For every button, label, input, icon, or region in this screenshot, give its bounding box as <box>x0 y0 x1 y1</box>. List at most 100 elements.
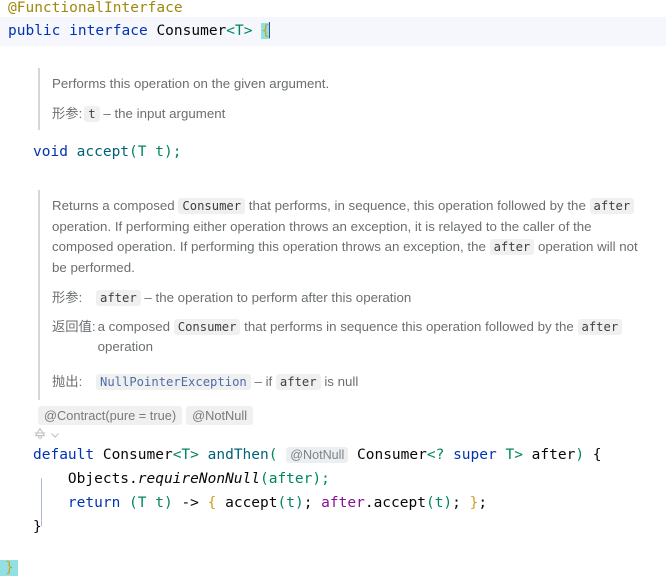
returns-body: a composed Consumer that performs in seq… <box>98 317 656 358</box>
param-description: the operation to perform after this oper… <box>155 290 412 305</box>
parameter-name-after: after <box>531 447 576 463</box>
dot-operator: . <box>129 471 138 487</box>
close-brace-highlight: } <box>0 560 18 576</box>
javadoc-returns-row: 返回值: a composed Consumer that performs i… <box>52 317 656 358</box>
javadoc-and-then: Returns a composed Consumer that perform… <box>0 190 666 400</box>
not-null-inlay-hint[interactable]: @NotNull <box>186 406 254 425</box>
javadoc-paragraph-code-1: Consumer <box>178 198 246 214</box>
indent-guide <box>41 478 42 526</box>
lambda-open-brace: { <box>207 495 217 511</box>
param-description: the input argument <box>114 105 226 121</box>
javadoc-description: Returns a composed Consumer that perform… <box>52 196 656 278</box>
param-type-token-0: Consumer <box>357 447 427 463</box>
javadoc-returns-text-2: that performs in sequence this operation… <box>240 318 578 334</box>
throws-condition-suffix: is null <box>324 373 359 389</box>
javadoc-paragraph-code-3: after <box>589 198 635 214</box>
code-line-return-lambda[interactable]: return (T t) -> { accept(t); after.accep… <box>0 491 666 515</box>
params-label: 形参: <box>52 290 83 305</box>
keyword-return: return <box>67 495 121 511</box>
param-name-chip: t <box>84 105 100 122</box>
javadoc-rail <box>38 68 40 130</box>
lambda-parameters: (T t) <box>129 495 173 511</box>
param-type-token-1: < <box>426 447 436 463</box>
accept-parameters: (T t); <box>129 144 182 160</box>
throws-condition-chip: after <box>275 373 321 390</box>
gutter-marker-row[interactable] <box>0 426 666 443</box>
require-non-null-args: (after); <box>259 471 330 487</box>
functional-interface-annotation: @FunctionalInterface <box>8 0 183 16</box>
return-type-token-0: Consumer <box>102 447 173 463</box>
param-type-token-3 <box>444 447 453 463</box>
returns-label: 返回值: <box>52 318 96 334</box>
call-accept: accept(t); <box>225 495 312 511</box>
body-indent <box>33 495 68 511</box>
javadoc-description: Performs this operation on the given arg… <box>52 76 330 91</box>
keyword-interface: interface <box>69 23 148 39</box>
javadoc-paragraph-code-5: after <box>489 239 535 255</box>
lambda-arrow: -> <box>181 495 199 511</box>
javadoc-returns-code-1: Consumer <box>173 318 241 335</box>
return-type-token-2: T <box>181 447 191 463</box>
param-name-chip: after <box>96 290 141 306</box>
code-line-require-non-null[interactable]: Objects.requireNonNull(after); <box>0 467 666 491</box>
code-editor[interactable]: @FunctionalInterface public interface Co… <box>0 0 666 576</box>
code-line-accept-signature[interactable]: void accept(T t); <box>0 140 666 164</box>
javadoc-params-row: 形参: t – the input argument <box>52 104 656 125</box>
implemented-method-icon[interactable] <box>33 425 47 444</box>
call-after-accept-token-5: ; <box>452 495 461 511</box>
javadoc-returns-code-3: after <box>577 318 623 335</box>
code-line-annotation[interactable]: @FunctionalInterface <box>0 0 666 17</box>
param-dash: – <box>103 105 111 121</box>
receiver-objects: Objects <box>67 471 130 487</box>
call-accept-token-1: ( <box>277 495 287 511</box>
throws-body: NullPointerException – if after is null <box>96 372 656 393</box>
javadoc-rail <box>38 190 40 400</box>
text-caret <box>268 22 270 38</box>
static-method-require-non-null: requireNonNull <box>137 471 260 487</box>
code-line-class-declaration[interactable]: public interface Consumer<T> { <box>0 17 666 46</box>
inlay-hints-row[interactable]: @Contract(pure = true) @NotNull <box>0 406 666 426</box>
type-name-consumer: Consumer <box>156 23 227 39</box>
params-body: t – the input argument <box>84 104 656 125</box>
params-label: 形参: <box>52 105 83 121</box>
call-after-accept-token-2: ( <box>425 495 435 511</box>
param-type-token-4: super <box>453 447 497 463</box>
open-paren: ( <box>268 447 278 463</box>
param-type-token-7: > <box>514 447 523 463</box>
call-after-accept-token-0: . <box>364 495 374 511</box>
param-dash: – <box>144 290 152 305</box>
javadoc-params-row: 形参: after – the operation to perform aft… <box>52 288 656 309</box>
code-line-class-close-brace[interactable]: } <box>0 556 666 580</box>
code-line-method-close-brace[interactable]: } <box>0 515 666 539</box>
close-paren: ) <box>575 447 585 463</box>
body-indent <box>33 471 68 487</box>
call-after-accept-token-1: accept <box>373 495 426 511</box>
method-open-brace: { <box>592 447 602 463</box>
parameter-type: Consumer<? super T> <box>357 447 523 463</box>
method-name-accept: accept <box>76 144 130 160</box>
type-parameter: <T> <box>226 23 253 39</box>
call-accept-token-3: ) <box>294 495 304 511</box>
not-null-parameter-inlay[interactable]: @NotNull <box>286 447 349 463</box>
call-accept-token-4: ; <box>303 495 313 511</box>
return-type-void: void <box>33 144 68 160</box>
param-type-token-6: T <box>505 447 515 463</box>
contract-inlay-hint[interactable]: @Contract(pure = true) <box>38 406 183 425</box>
params-body: after – the operation to perform after t… <box>96 288 656 309</box>
javadoc-returns-text-0: a composed <box>97 318 174 334</box>
exception-type-link[interactable]: NullPointerException <box>96 373 251 390</box>
field-after: after <box>321 495 365 511</box>
call-accept-token-2: t <box>286 495 295 511</box>
method-name-and-then: andThen <box>207 447 269 463</box>
code-line-and-then-signature[interactable]: default Consumer<T> andThen( @NotNull Co… <box>0 443 666 467</box>
throws-condition-prefix: if <box>265 373 273 389</box>
call-after-accept: .accept(t); <box>365 495 461 511</box>
statement-semicolon: ; <box>478 495 488 511</box>
javadoc-throws-row: 抛出: NullPointerException – if after is n… <box>52 372 656 393</box>
chevron-down-icon[interactable] <box>50 425 60 444</box>
return-type-token-3: > <box>190 447 199 463</box>
